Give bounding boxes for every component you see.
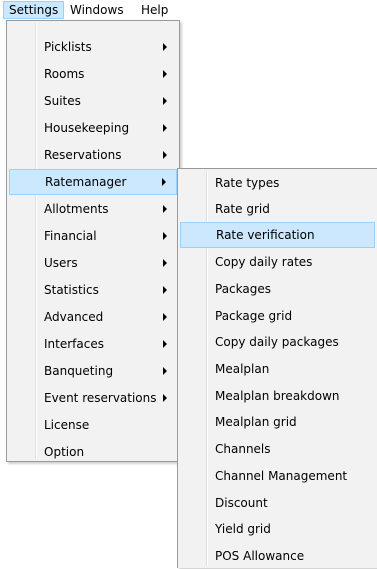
submenu-item-discount[interactable]: Discount — [180, 490, 375, 516]
menu-item-label: Option — [44, 445, 85, 459]
menu-item-picklists[interactable]: Picklists — [9, 34, 177, 60]
menu-item-label: Financial — [44, 229, 97, 243]
submenu-item-label: Channel Management — [215, 469, 348, 483]
submenu-item-mealplan-breakdown[interactable]: Mealplan breakdown — [180, 383, 375, 409]
menu-item-statistics[interactable]: Statistics — [9, 277, 177, 303]
submenu-arrow-icon — [163, 97, 167, 105]
menu-item-ratemanager[interactable]: Ratemanager — [9, 169, 177, 195]
submenu-item-label: Rate types — [215, 176, 280, 190]
menu-item-label: Statistics — [44, 283, 99, 297]
submenu-item-package-grid[interactable]: Package grid — [180, 303, 375, 329]
submenu-item-channel-management[interactable]: Channel Management — [180, 463, 375, 489]
submenu-item-rate-grid[interactable]: Rate grid — [180, 196, 375, 222]
submenu-arrow-icon — [163, 367, 167, 375]
menu-item-event-reservations[interactable]: Event reservations — [9, 385, 177, 411]
menu-item-financial[interactable]: Financial — [9, 223, 177, 249]
submenu-item-rate-types[interactable]: Rate types — [180, 170, 375, 196]
menu-help[interactable]: Help — [136, 1, 173, 19]
submenu-item-rate-verification[interactable]: Rate verification — [180, 222, 375, 248]
submenu-item-mealplan[interactable]: Mealplan — [180, 356, 375, 382]
menu-item-label: Reservations — [44, 148, 122, 162]
menu-item-rooms[interactable]: Rooms — [9, 61, 177, 87]
submenu-arrow-icon — [162, 178, 166, 186]
submenu-arrow-icon — [163, 232, 167, 240]
menu-item-label: Banqueting — [44, 364, 114, 378]
submenu-item-pos-allowance[interactable]: POS Allowance — [180, 543, 375, 569]
submenu-arrow-icon — [163, 259, 167, 267]
submenu-arrow-icon — [163, 70, 167, 78]
submenu-arrow-icon — [163, 286, 167, 294]
submenu-item-channels[interactable]: Channels — [180, 436, 375, 462]
submenu-item-label: Packages — [215, 282, 271, 296]
submenu-arrow-icon — [163, 124, 167, 132]
menu-item-interfaces[interactable]: Interfaces — [9, 331, 177, 357]
submenu-item-mealplan-grid[interactable]: Mealplan grid — [180, 409, 375, 435]
submenu-arrow-icon — [163, 43, 167, 51]
menu-item-reservations[interactable]: Reservations — [9, 142, 177, 168]
menu-settings[interactable]: Settings — [3, 1, 65, 19]
submenu-item-label: Mealplan breakdown — [215, 389, 340, 403]
menu-windows[interactable]: Windows — [65, 1, 129, 19]
menu-item-allotments[interactable]: Allotments — [9, 196, 177, 222]
settings-dropdown-menu: Picklists Rooms Suites Housekeeping Rese… — [6, 20, 180, 462]
menu-item-label: Users — [44, 256, 78, 270]
submenu-item-copy-daily-rates[interactable]: Copy daily rates — [180, 249, 375, 275]
submenu-arrow-icon — [163, 313, 167, 321]
submenu-item-label: POS Allowance — [215, 549, 305, 563]
menu-item-label: Interfaces — [44, 337, 104, 351]
submenu-item-label: Channels — [215, 442, 271, 456]
menu-item-users[interactable]: Users — [9, 250, 177, 276]
submenu-item-label: Copy daily packages — [215, 335, 339, 349]
submenu-item-label: Yield grid — [215, 522, 271, 536]
menu-item-advanced[interactable]: Advanced — [9, 304, 177, 330]
menu-item-banqueting[interactable]: Banqueting — [9, 358, 177, 384]
menu-item-option[interactable]: Option — [9, 439, 177, 465]
menu-item-label: Picklists — [44, 40, 92, 54]
menu-item-label: Allotments — [44, 202, 109, 216]
menu-item-suites[interactable]: Suites — [9, 88, 177, 114]
menu-item-label: Ratemanager — [45, 175, 127, 189]
submenu-item-label: Discount — [215, 496, 268, 510]
submenu-item-packages[interactable]: Packages — [180, 276, 375, 302]
submenu-item-label: Rate grid — [215, 202, 270, 216]
ratemanager-submenu: Rate types Rate grid Rate verification C… — [177, 168, 377, 568]
menu-item-housekeeping[interactable]: Housekeeping — [9, 115, 177, 141]
submenu-arrow-icon — [163, 394, 167, 402]
submenu-item-label: Mealplan — [215, 362, 270, 376]
submenu-item-yield-grid[interactable]: Yield grid — [180, 516, 375, 542]
menu-bar: Settings Windows Help — [0, 0, 377, 20]
submenu-item-label: Copy daily rates — [215, 255, 313, 269]
menu-item-label: License — [44, 418, 90, 432]
menu-item-label: Suites — [44, 94, 81, 108]
submenu-arrow-icon — [163, 340, 167, 348]
menu-item-label: Rooms — [44, 67, 85, 81]
submenu-arrow-icon — [163, 205, 167, 213]
menu-item-label: Event reservations — [44, 391, 157, 405]
menu-item-label: Advanced — [44, 310, 104, 324]
menu-item-license[interactable]: License — [9, 412, 177, 438]
submenu-item-label: Rate verification — [216, 228, 315, 242]
menu-item-label: Housekeeping — [44, 121, 130, 135]
submenu-item-label: Package grid — [215, 309, 293, 323]
submenu-item-copy-daily-packages[interactable]: Copy daily packages — [180, 329, 375, 355]
submenu-item-label: Mealplan grid — [215, 415, 297, 429]
submenu-arrow-icon — [163, 151, 167, 159]
